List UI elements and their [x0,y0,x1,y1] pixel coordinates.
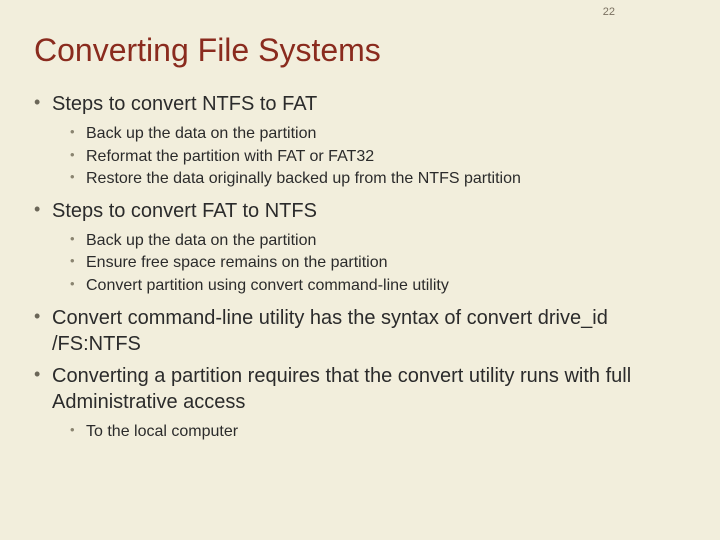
sub-list: Back up the data on the partition Reform… [52,123,686,190]
sub-list: Back up the data on the partition Ensure… [52,230,686,297]
list-item: Back up the data on the partition [52,123,686,145]
list-item-text: Steps to convert NTFS to FAT [52,93,317,115]
list-item: Restore the data originally backed up fr… [52,168,686,190]
bullet-list: Steps to convert NTFS to FAT Back up the… [34,91,686,442]
list-item-text: Steps to convert FAT to NTFS [52,200,317,222]
list-item: Convert command-line utility has the syn… [34,305,686,357]
list-item: To the local computer [52,421,686,443]
list-item-text: Converting a partition requires that the… [52,365,631,413]
list-item: Steps to convert NTFS to FAT Back up the… [34,91,686,190]
list-item-text: Convert command-line utility has the syn… [52,307,608,355]
list-item: Steps to convert FAT to NTFS Back up the… [34,198,686,297]
slide-title: Converting File Systems [34,32,686,69]
list-item: Ensure free space remains on the partiti… [52,252,686,274]
list-item: Back up the data on the partition [52,230,686,252]
list-item: Converting a partition requires that the… [34,363,686,443]
sub-list: To the local computer [52,421,686,443]
list-item: Convert partition using convert command-… [52,275,686,297]
list-item: Reformat the partition with FAT or FAT32 [52,146,686,168]
page-number: 22 [603,6,615,18]
